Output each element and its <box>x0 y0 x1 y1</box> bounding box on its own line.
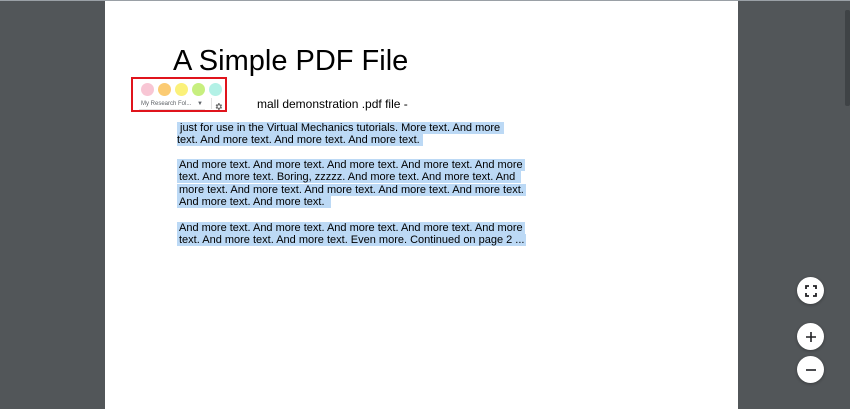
text-line[interactable]: And more text. And more text. And more t… <box>177 222 525 234</box>
folder-select[interactable]: My Research Fol... ▼ <box>139 99 205 110</box>
zoom-in-button[interactable] <box>797 323 824 350</box>
color-swatch-orange[interactable] <box>158 83 171 96</box>
zoom-out-button[interactable] <box>797 356 824 383</box>
color-swatch-yellow[interactable] <box>175 83 188 96</box>
text-line[interactable]: And more text. And more text. <box>177 195 331 208</box>
intro-text: mall demonstration .pdf file - <box>257 97 408 111</box>
text-line[interactable]: text. And more text. And more text. And … <box>177 134 423 147</box>
minus-icon <box>805 368 816 371</box>
text-line[interactable]: And more text. And more text. And more t… <box>177 159 525 171</box>
page-title: A Simple PDF File <box>173 45 409 77</box>
highlight-toolbar: My Research Fol... ▼ <box>131 77 227 112</box>
color-swatch-pink[interactable] <box>141 83 154 96</box>
pdf-page[interactable]: A Simple PDF File mall demonstration .pd… <box>105 1 738 409</box>
paragraph-2[interactable]: And more text. And more text. And more t… <box>177 159 526 208</box>
color-swatch-green[interactable] <box>192 83 205 96</box>
text-line[interactable]: more text. And more text. And more text.… <box>177 183 526 196</box>
fullscreen-icon <box>804 284 817 297</box>
scrollbar-thumb[interactable] <box>845 10 850 106</box>
text-line[interactable]: text. And more text. Boring, zzzzz. And … <box>177 171 522 184</box>
text-line[interactable]: text. And more text. And more text. Even… <box>177 234 527 247</box>
paragraph-3[interactable]: And more text. And more text. And more t… <box>177 222 527 247</box>
folder-select-label: My Research Fol... <box>141 101 192 107</box>
text-line[interactable]: just for use in the Virtual Mechanics tu… <box>177 122 505 134</box>
gear-icon <box>215 103 223 110</box>
color-swatch-teal[interactable] <box>209 83 222 96</box>
fit-to-page-button[interactable] <box>797 277 824 304</box>
paragraph-1[interactable]: just for use in the Virtual Mechanics tu… <box>177 122 505 147</box>
settings-button[interactable] <box>211 98 224 110</box>
chevron-down-icon: ▼ <box>197 101 203 107</box>
plus-icon <box>805 331 816 342</box>
